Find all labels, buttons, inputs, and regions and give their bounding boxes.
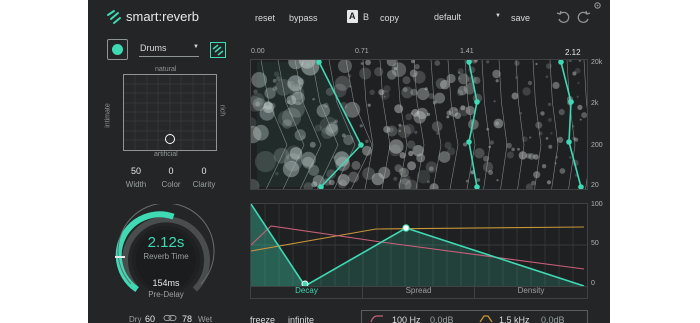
character-position-handle[interactable] [165, 134, 175, 144]
brand-logo-icon [107, 10, 121, 24]
highshelf-frequency-value[interactable]: 1.5 kHz [499, 315, 530, 323]
freeze-button[interactable]: freeze [250, 315, 275, 323]
freq-axis-200: 200 [591, 142, 603, 149]
dry-label: Dry [129, 315, 142, 323]
timeline-tick-2: 1.41 [460, 48, 474, 55]
envelope-display[interactable] [250, 203, 588, 287]
spectrum-display[interactable] [250, 59, 588, 190]
envelope-axis-100: 100 [591, 201, 603, 208]
tab-spread[interactable]: Spread [362, 285, 475, 299]
chevron-down-icon: ▼ [495, 13, 501, 19]
lowcut-frequency-value[interactable]: 100 Hz [392, 315, 421, 323]
power-toggle[interactable] [107, 39, 128, 60]
undo-icon[interactable] [556, 10, 571, 25]
freq-axis-20k: 20k [591, 59, 603, 66]
envelope-graph [251, 204, 587, 286]
freq-axis-2k: 2k [591, 100, 599, 107]
predelay-marker-icon [115, 256, 125, 258]
chevron-down-icon: ▼ [193, 44, 199, 50]
ab-a-label: A [349, 11, 356, 21]
clarity-value[interactable]: 0 [197, 166, 211, 176]
bypass-button[interactable]: bypass [289, 13, 318, 23]
tab-decay[interactable]: Decay [250, 285, 363, 299]
character-pad-right-label: rich [218, 104, 226, 117]
lowcut-filter-icon[interactable] [370, 315, 384, 323]
timeline-tick-1: 0.71 [355, 48, 369, 55]
width-value[interactable]: 50 [129, 166, 143, 176]
timeline-tick-3: 2.12 [565, 48, 581, 57]
freq-axis-20: 20 [591, 182, 599, 189]
link-icon[interactable] [163, 314, 177, 322]
predelay-label: Pre-Delay [148, 290, 184, 299]
highshelf-gain-value[interactable]: 0.0dB [541, 315, 565, 323]
smart-button[interactable] [210, 42, 226, 58]
color-value[interactable]: 0 [164, 166, 178, 176]
brand-title: smart:reverb [126, 9, 199, 24]
envelope-axis-50: 50 [591, 240, 599, 247]
redo-icon[interactable] [576, 10, 591, 25]
wet-value[interactable]: 78 [182, 314, 192, 323]
freq-decay-line-3 [560, 61, 582, 188]
character-pad-bottom-label: artificial [154, 151, 178, 158]
ab-a-button[interactable]: A [347, 10, 358, 23]
reverb-time-value: 2.12s [147, 234, 185, 251]
power-indicator-icon [112, 44, 123, 55]
tab-decay-label: Decay [295, 286, 318, 295]
copy-button[interactable]: copy [380, 13, 399, 23]
width-label: Width [125, 180, 147, 189]
reverb-time-label: Reverb Time [143, 252, 189, 261]
ab-b-button[interactable]: B [363, 12, 369, 22]
wet-label: Wet [198, 315, 213, 323]
clarity-label: Clarity [192, 180, 216, 189]
preset-dropdown[interactable]: default ▼ [434, 10, 502, 24]
character-pad-top-label: natural [155, 66, 177, 73]
color-label: Color [161, 180, 181, 189]
envelope-axis-0: 0 [591, 280, 595, 287]
reset-button[interactable]: reset [255, 13, 275, 23]
infinite-button[interactable]: infinite [288, 315, 314, 323]
spectrum-visualization [251, 60, 587, 189]
character-xy-pad[interactable] [123, 74, 217, 151]
timeline-tick-0: 0.00 [251, 48, 265, 55]
preset-value: default [434, 12, 462, 22]
smart-logo-icon [212, 44, 224, 56]
smart-reverb-plugin: smart:reverb reset bypass A B copy defau… [88, 0, 610, 323]
character-pad-left-label: intimate [104, 103, 112, 128]
tab-density-label: Density [517, 286, 545, 295]
dry-value[interactable]: 60 [145, 314, 155, 323]
profile-value: Drums [140, 43, 167, 53]
highshelf-filter-icon[interactable] [479, 315, 493, 323]
tab-density[interactable]: Density [474, 285, 588, 299]
profile-dropdown[interactable]: Drums ▼ [139, 42, 199, 57]
lowcut-gain-value[interactable]: 0.0dB [430, 315, 454, 323]
tab-spread-label: Spread [405, 286, 432, 295]
save-button[interactable]: save [511, 13, 530, 23]
predelay-value[interactable]: 154ms [136, 278, 196, 288]
settings-gear-icon[interactable] [593, 1, 602, 10]
